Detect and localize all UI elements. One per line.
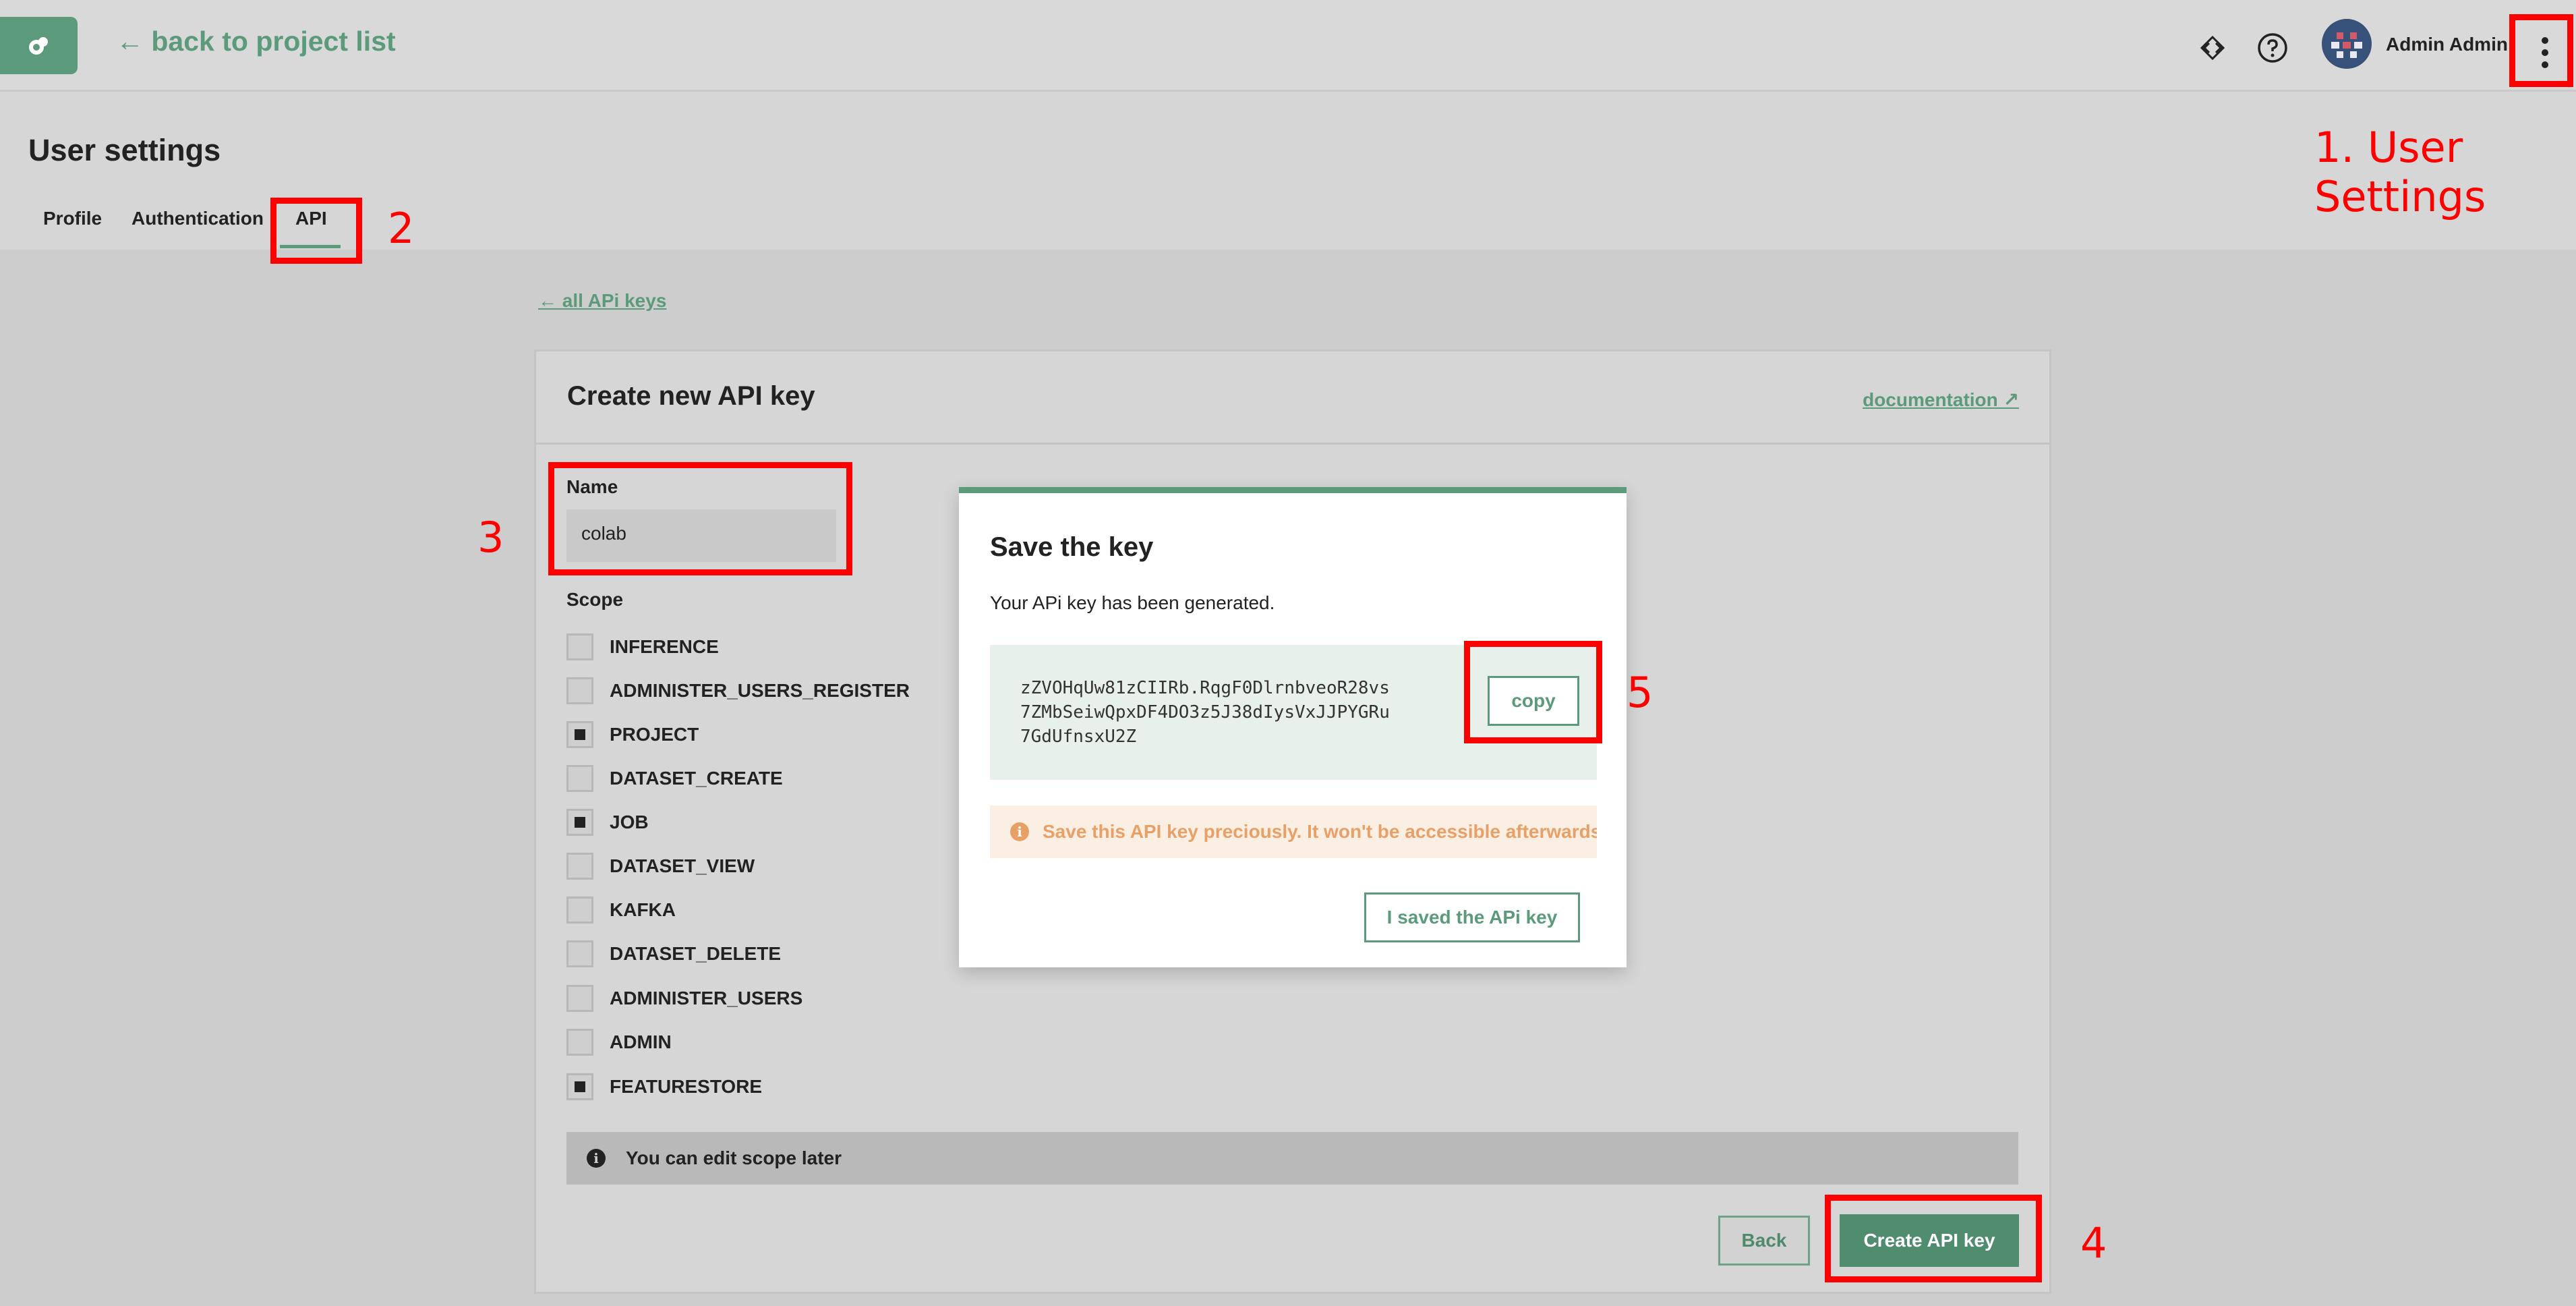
scope-item-label: INFERENCE xyxy=(610,636,719,657)
scope-info-text: You can edit scope later xyxy=(626,1147,842,1168)
scope-checkbox[interactable] xyxy=(566,677,593,704)
tab-authentication[interactable]: Authentication xyxy=(131,208,264,229)
scope-item-administer-users-register[interactable]: ADMINISTER_USERS_REGISTER xyxy=(566,677,910,704)
scope-checkbox[interactable] xyxy=(566,985,593,1012)
scope-checkbox[interactable] xyxy=(566,721,593,748)
tab-api[interactable]: API xyxy=(295,208,327,229)
scope-item-label: DATASET_VIEW xyxy=(610,855,755,876)
scope-item-project[interactable]: PROJECT xyxy=(566,721,699,748)
warning-text: Save this API key preciously. It won't b… xyxy=(1043,821,1597,842)
annotation-label-4: 4 xyxy=(2080,1218,2107,1268)
card-header: Create new API key documentation ↗ xyxy=(536,351,2049,445)
scope-item-label: FEATURESTORE xyxy=(610,1076,763,1097)
scope-checkbox[interactable] xyxy=(566,940,593,967)
scope-item-label: DATASET_DELETE xyxy=(610,943,782,964)
logo-icon[interactable] xyxy=(0,17,78,74)
modal-message: Your APi key has been generated. xyxy=(990,592,1275,613)
all-api-keys-link[interactable]: ← all APi keys xyxy=(538,290,666,312)
scope-item-job[interactable]: JOB xyxy=(566,809,649,836)
tab-profile[interactable]: Profile xyxy=(43,208,102,229)
card-title: Create new API key xyxy=(567,381,815,411)
scope-item-label: JOB xyxy=(610,812,649,832)
api-key-value[interactable]: zZVOHqUw81zCIIRb.RqgF0DlrnbveoR28vs7ZMbS… xyxy=(1020,676,1398,749)
scope-item-inference[interactable]: INFERENCE xyxy=(566,633,719,660)
scope-item-label: PROJECT xyxy=(610,724,699,745)
scope-checkbox[interactable] xyxy=(566,633,593,660)
name-label: Name xyxy=(566,476,618,497)
back-to-project-list-link[interactable]: ← back to project list xyxy=(116,26,396,57)
active-tab-indicator xyxy=(280,245,341,248)
warning-icon: i xyxy=(1010,822,1029,841)
info-icon: i xyxy=(587,1149,606,1168)
scope-item-featurestore[interactable]: FEATURESTORE xyxy=(566,1073,762,1100)
scope-checkbox[interactable] xyxy=(566,1073,593,1100)
scope-item-admin[interactable]: ADMIN xyxy=(566,1029,672,1056)
scope-item-dataset-view[interactable]: DATASET_VIEW xyxy=(566,853,755,880)
scope-checkbox[interactable] xyxy=(566,809,593,836)
avatar[interactable] xyxy=(2322,19,2372,69)
documentation-link[interactable]: documentation ↗ xyxy=(1863,389,2019,411)
scope-item-label: ADMINISTER_USERS_REGISTER xyxy=(610,680,910,701)
page-title: User settings xyxy=(28,133,221,167)
warning-banner: i Save this API key preciously. It won't… xyxy=(990,805,1597,858)
more-vertical-icon[interactable] xyxy=(2522,22,2568,84)
scope-item-label: ADMINISTER_USERS xyxy=(610,988,803,1009)
annotation-label-2: 2 xyxy=(388,204,415,253)
copy-button[interactable]: copy xyxy=(1488,676,1579,726)
scope-checkbox[interactable] xyxy=(566,853,593,880)
scope-item-dataset-delete[interactable]: DATASET_DELETE xyxy=(566,940,781,967)
scope-item-kafka[interactable]: KAFKA xyxy=(566,897,676,924)
annotation-label-1: 1. User Settings xyxy=(2314,123,2486,222)
scope-item-label: KAFKA xyxy=(610,899,676,920)
scope-checkbox[interactable] xyxy=(566,765,593,792)
saved-key-button[interactable]: I saved the APi key xyxy=(1364,892,1580,942)
modal-title: Save the key xyxy=(990,532,1154,562)
scope-item-label: DATASET_CREATE xyxy=(610,768,783,789)
scope-label: Scope xyxy=(566,589,624,610)
scope-checkbox[interactable] xyxy=(566,897,593,924)
diff-icon[interactable] xyxy=(2197,32,2228,63)
name-input[interactable]: colab xyxy=(566,509,836,562)
api-key-box: zZVOHqUw81zCIIRb.RqgF0DlrnbveoR28vs7ZMbS… xyxy=(990,645,1597,780)
help-icon[interactable] xyxy=(2256,31,2289,65)
scope-item-administer-users[interactable]: ADMINISTER_USERS xyxy=(566,985,802,1012)
scope-checkbox[interactable] xyxy=(566,1029,593,1056)
top-bar: ← back to project list Admin Admin xyxy=(0,0,2576,92)
annotation-label-5: 5 xyxy=(1627,668,1653,717)
scope-info-bar: i You can edit scope later xyxy=(566,1132,2018,1185)
annotation-label-3: 3 xyxy=(477,513,504,562)
scope-item-dataset-create[interactable]: DATASET_CREATE xyxy=(566,765,783,792)
scope-item-label: ADMIN xyxy=(610,1031,672,1052)
create-api-key-button[interactable]: Create API key xyxy=(1840,1214,2019,1267)
back-button[interactable]: Back xyxy=(1718,1216,1810,1266)
save-key-modal: Save the key Your APi key has been gener… xyxy=(959,487,1627,967)
user-name[interactable]: Admin Admin xyxy=(2386,34,2508,55)
